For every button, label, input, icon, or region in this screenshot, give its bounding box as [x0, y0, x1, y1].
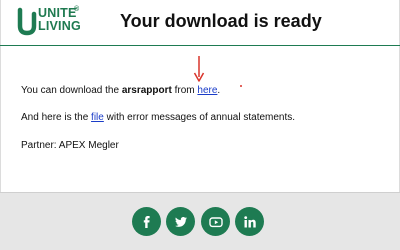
download-text-start: You can download the	[21, 85, 122, 96]
header-divider	[0, 45, 400, 46]
facebook-icon	[143, 215, 150, 228]
red-dot-annotation	[240, 85, 242, 87]
download-here-link[interactable]: here	[197, 85, 217, 96]
error-file-link[interactable]: file	[91, 112, 104, 123]
error-file-line: And here is the file with error messages…	[21, 112, 295, 124]
logo-line2: LIVING	[38, 19, 81, 33]
page-title: Your download is ready	[120, 11, 322, 31]
youtube-icon	[208, 216, 223, 227]
linkedin-icon	[243, 215, 256, 227]
youtube-button[interactable]	[201, 207, 230, 236]
partner-line: Partner: APEX Megler	[21, 140, 119, 151]
email-footer	[0, 192, 400, 250]
facebook-button[interactable]	[132, 207, 161, 236]
linkedin-button[interactable]	[235, 207, 264, 236]
download-text-end: .	[217, 85, 221, 96]
error-text-start: And here is the	[21, 112, 92, 123]
email-header: UNITE LIVING ® Your download is ready	[0, 0, 400, 44]
report-name: arsrapport	[121, 85, 172, 96]
twitter-icon	[174, 216, 187, 227]
twitter-button[interactable]	[166, 207, 195, 236]
registered-mark: ®	[74, 6, 80, 13]
unite-living-logo: UNITE LIVING ®	[17, 6, 83, 36]
error-text-end: with error messages of annual statements…	[103, 112, 296, 123]
download-text-middle: from	[171, 85, 198, 96]
red-arrow-annotation	[193, 56, 205, 82]
download-line: You can download the arsrapport from her…	[21, 85, 220, 97]
logo-u-mark	[17, 7, 37, 36]
